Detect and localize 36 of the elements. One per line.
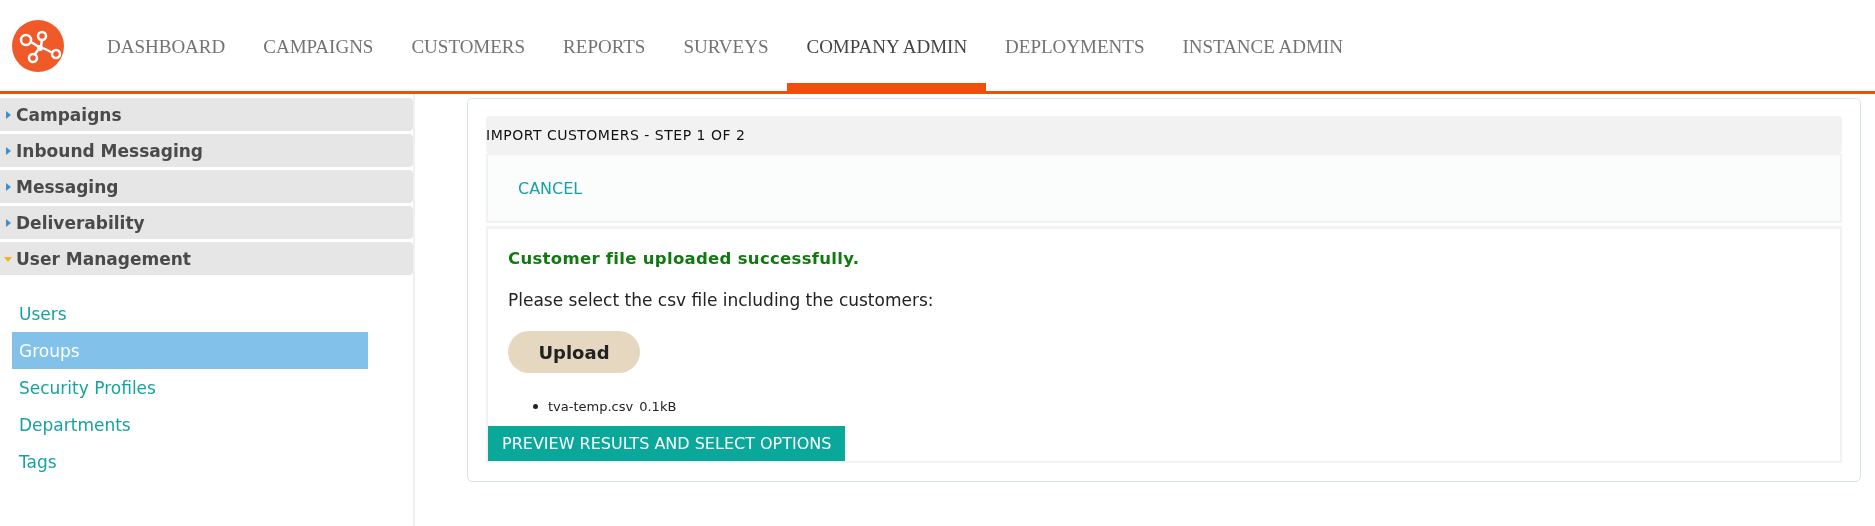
caret-right-icon: [4, 109, 12, 120]
sidebar-section[interactable]: User Management: [0, 242, 413, 275]
sidebar-item[interactable]: Security Profiles: [12, 369, 368, 406]
nav-tab[interactable]: DEPLOYMENTS: [986, 1, 1164, 93]
upload-button[interactable]: Upload: [508, 331, 640, 373]
section-label: Inbound Messaging: [16, 140, 203, 161]
sidebar-section[interactable]: Inbound Messaging: [0, 134, 413, 167]
sidebar-section[interactable]: Campaigns: [0, 98, 413, 131]
preview-button[interactable]: PREVIEW RESULTS AND SELECT OPTIONS: [488, 426, 846, 461]
sidebar-item[interactable]: Departments: [12, 406, 368, 443]
nav-tab[interactable]: CUSTOMERS: [392, 1, 545, 93]
nav-tab[interactable]: REPORTS: [544, 1, 665, 93]
bullet-icon: [533, 404, 538, 409]
section-label: User Management: [16, 248, 191, 269]
nav-tab[interactable]: COMPANY ADMIN: [787, 1, 987, 93]
sidebar-item[interactable]: Users: [12, 295, 368, 332]
success-message: Customer file uploaded successfully.: [508, 249, 860, 268]
caret-right-icon: [4, 217, 12, 228]
nav-tab[interactable]: SURVEYS: [664, 1, 788, 93]
file-size: 0.1kB: [639, 399, 677, 414]
caret-right-icon: [4, 145, 12, 156]
caret-right-icon: [4, 181, 12, 192]
logo-icon[interactable]: [12, 19, 64, 72]
nav-tab[interactable]: DASHBOARD: [88, 1, 245, 93]
sidebar-section[interactable]: Messaging: [0, 170, 413, 203]
sidebar-section[interactable]: Deliverability: [0, 206, 413, 239]
nav-tab[interactable]: CAMPAIGNS: [244, 1, 393, 93]
section-label: Messaging: [16, 176, 119, 197]
prompt-text: Please select the csv file including the customers:: [508, 290, 934, 310]
nav-tab[interactable]: INSTANCE ADMIN: [1163, 1, 1362, 93]
panel-title: IMPORT CUSTOMERS - STEP 1 OF 2: [486, 116, 1842, 153]
section-label: Campaigns: [16, 104, 122, 125]
file-name: tva-temp.csv: [548, 399, 634, 414]
cancel-link[interactable]: CANCEL: [518, 178, 583, 198]
sidebar-item[interactable]: Tags: [12, 443, 368, 480]
section-label: Deliverability: [16, 212, 145, 233]
